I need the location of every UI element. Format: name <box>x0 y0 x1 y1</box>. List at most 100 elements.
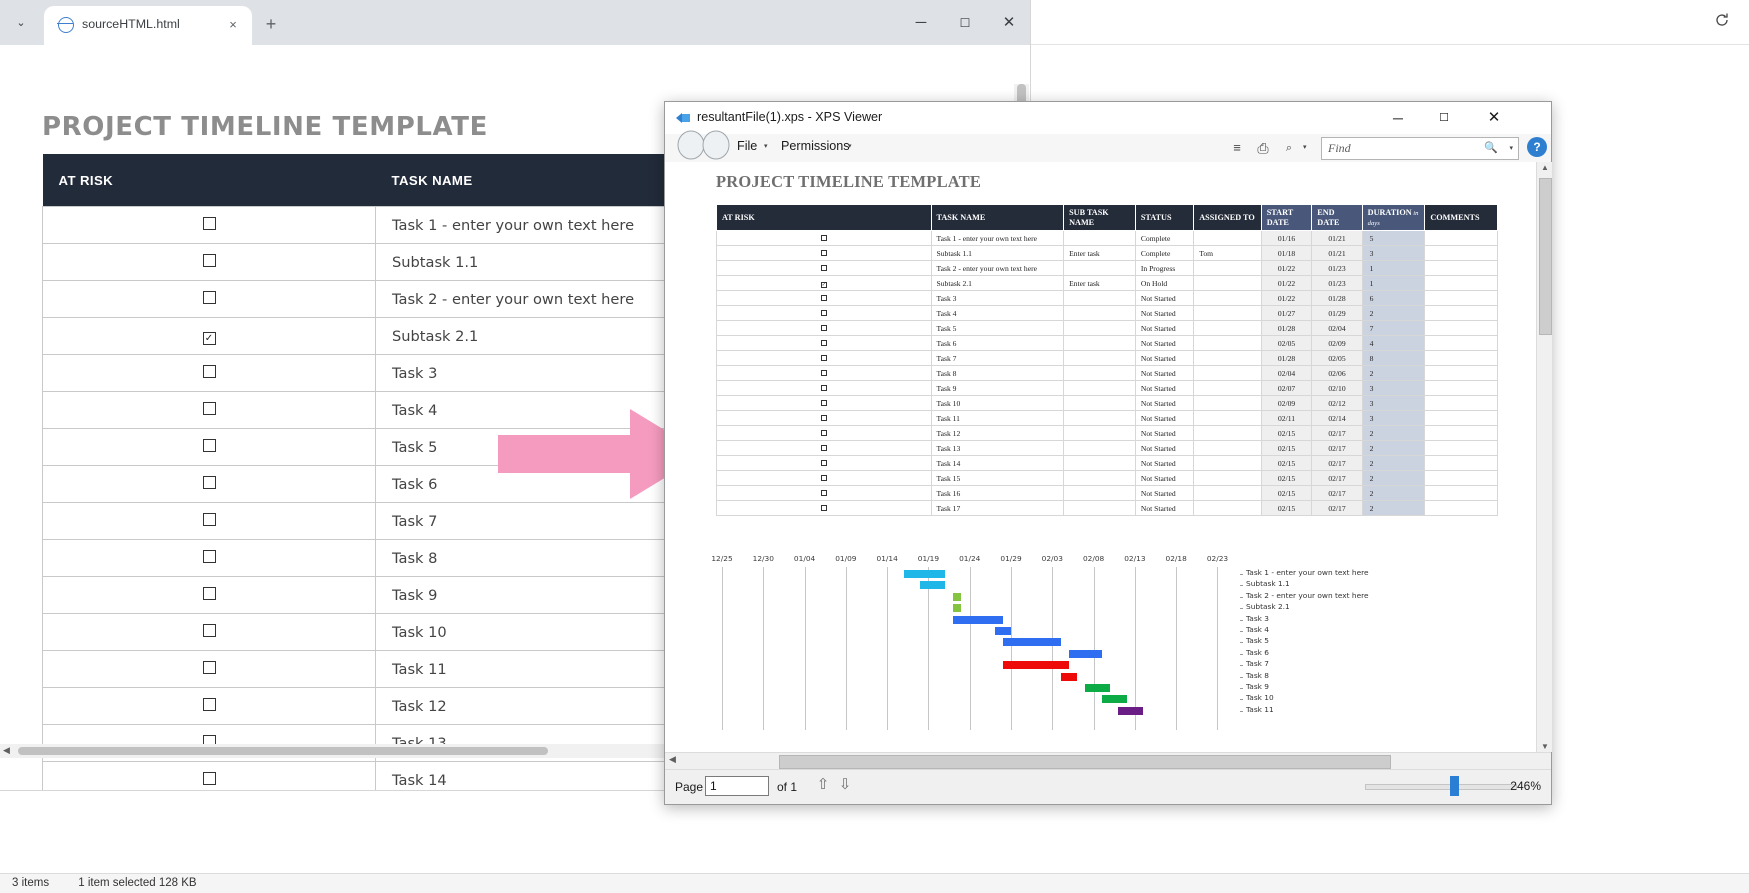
start-date-cell: 02/09 <box>1260 395 1313 412</box>
scroll-up-icon[interactable]: ▲ <box>1541 163 1549 172</box>
checkbox-icon[interactable] <box>202 290 216 304</box>
xps-window-title: resultantFile(1).xps - XPS Viewer <box>697 110 883 124</box>
zoom-icon[interactable]: ⌕ <box>1279 138 1299 158</box>
tab-search-icon[interactable]: ⌄ <box>8 11 34 35</box>
new-tab-button[interactable]: + <box>258 12 284 38</box>
scroll-down-icon[interactable]: ▼ <box>1541 742 1549 751</box>
print-icon[interactable]: ⎙ <box>1253 138 1273 158</box>
chevron-down-icon[interactable]: ▾ <box>848 142 852 150</box>
checkbox-icon[interactable] <box>820 504 827 511</box>
duration-cell: 4 <box>1361 335 1426 352</box>
gantt-gridline <box>1052 567 1054 730</box>
duration-cell: 2 <box>1361 500 1426 517</box>
chevron-down-icon[interactable]: chevron-down <box>1681 14 1697 30</box>
search-icon[interactable]: 🔍 <box>1484 141 1498 154</box>
end-date-cell: 02/17 <box>1311 440 1363 457</box>
xps-maximize-button[interactable]: ☐ <box>1421 102 1467 134</box>
chevron-down-icon[interactable]: ▾ <box>1303 143 1307 151</box>
browser-tab[interactable]: sourceHTML.html × <box>44 6 252 45</box>
chevron-down-icon[interactable]: ▾ <box>764 142 768 150</box>
help-icon[interactable]: ? <box>1527 137 1547 157</box>
scrollbar-thumb[interactable] <box>1539 178 1552 335</box>
checkbox-icon[interactable] <box>202 771 216 785</box>
checkbox-icon[interactable] <box>820 429 827 436</box>
checkbox-icon[interactable] <box>820 324 827 331</box>
checkbox-icon[interactable] <box>202 475 216 489</box>
comments-cell <box>1424 260 1498 277</box>
scroll-left-icon[interactable]: ◀ <box>3 745 10 756</box>
checkbox-icon[interactable] <box>202 512 216 526</box>
xps-minimize-button[interactable]: ─ <box>1375 102 1421 134</box>
xps-vertical-scrollbar[interactable]: ▲ ▼ <box>1536 162 1552 752</box>
xps-close-button[interactable]: ✕ <box>1471 102 1517 134</box>
checkbox-icon[interactable] <box>202 549 216 563</box>
browser-minimize-button[interactable]: ─ <box>898 8 944 38</box>
checkbox-icon[interactable] <box>202 401 216 415</box>
previous-page-icon[interactable]: ⇧ <box>813 775 833 797</box>
checkbox-icon[interactable] <box>820 444 827 451</box>
page-number-input[interactable]: 1 <box>705 776 769 796</box>
find-input[interactable]: Find 🔍 ▾ <box>1321 137 1519 160</box>
checkbox-checked-icon[interactable]: ✓ <box>820 281 827 288</box>
menu-permissions[interactable]: Permissions <box>781 139 850 153</box>
comments-cell <box>1424 395 1498 412</box>
xps-horizontal-scrollbar[interactable]: ◀ <box>665 752 1551 770</box>
checkbox-icon[interactable] <box>202 438 216 452</box>
checkbox-icon[interactable] <box>202 623 216 637</box>
assigned-to-cell <box>1193 260 1262 277</box>
checkbox-icon[interactable] <box>820 414 827 421</box>
browser-maximize-button[interactable]: ☐ <box>942 8 988 38</box>
at-risk-cell <box>716 365 932 382</box>
next-page-icon[interactable]: ⇩ <box>835 775 855 797</box>
zoom-slider[interactable] <box>1365 784 1517 790</box>
assigned-to-cell <box>1193 365 1262 382</box>
browser-tab-strip: ⌄ sourceHTML.html × + ─ ☐ ✕ <box>0 0 1030 45</box>
checkbox-icon[interactable] <box>202 216 216 230</box>
scrollbar-thumb[interactable] <box>779 755 1391 769</box>
assigned-to-cell <box>1193 335 1262 352</box>
checkbox-checked-icon[interactable]: ✓ <box>202 331 216 345</box>
checkbox-icon[interactable] <box>820 294 827 301</box>
end-date-cell: 02/17 <box>1311 455 1363 472</box>
chevron-down-icon[interactable]: ▾ <box>1509 144 1513 152</box>
at-risk-cell <box>716 470 932 487</box>
close-tab-icon[interactable]: × <box>224 16 242 34</box>
checkbox-icon[interactable] <box>202 697 216 711</box>
page-view-icon[interactable]: ≡ <box>1227 138 1247 158</box>
comments-cell <box>1424 305 1498 322</box>
checkbox-icon[interactable] <box>820 264 827 271</box>
browser-close-button[interactable]: ✕ <box>986 8 1032 38</box>
checkbox-icon[interactable] <box>820 249 827 256</box>
checkbox-icon[interactable] <box>820 459 827 466</box>
at-risk-cell: ✓ <box>42 317 376 355</box>
checkbox-icon[interactable] <box>202 364 216 378</box>
checkbox-icon[interactable] <box>820 339 827 346</box>
at-risk-cell <box>716 485 932 502</box>
gantt-row-tick <box>1240 574 1243 575</box>
checkbox-icon[interactable] <box>820 234 827 241</box>
start-date-cell: 01/16 <box>1260 230 1313 247</box>
gantt-gridline <box>969 567 971 730</box>
menu-file[interactable]: File <box>737 139 757 153</box>
checkbox-icon[interactable] <box>202 586 216 600</box>
comments-cell <box>1424 485 1498 502</box>
checkbox-icon[interactable] <box>820 369 827 376</box>
gantt-row-label: Task 3 <box>1246 613 1270 623</box>
checkbox-icon[interactable] <box>820 309 827 316</box>
scroll-left-icon[interactable]: ◀ <box>669 754 676 765</box>
checkbox-icon[interactable] <box>202 253 216 267</box>
checkbox-icon[interactable] <box>820 354 827 361</box>
checkbox-icon[interactable] <box>820 474 827 481</box>
back-forward-nav-icon[interactable] <box>675 130 733 160</box>
zoom-slider-thumb[interactable] <box>1450 776 1459 796</box>
end-date-cell: 02/09 <box>1311 335 1363 352</box>
checkbox-icon[interactable] <box>820 399 827 406</box>
xps-title-bar[interactable]: resultantFile(1).xps - XPS Viewer ─ ☐ ✕ <box>665 102 1551 134</box>
checkbox-icon[interactable] <box>820 489 827 496</box>
scrollbar-thumb[interactable] <box>18 747 548 755</box>
start-date-cell: 01/22 <box>1260 260 1313 277</box>
checkbox-icon[interactable] <box>202 660 216 674</box>
at-risk-cell: ✓ <box>716 275 932 292</box>
refresh-icon[interactable] <box>1713 12 1731 30</box>
checkbox-icon[interactable] <box>820 384 827 391</box>
